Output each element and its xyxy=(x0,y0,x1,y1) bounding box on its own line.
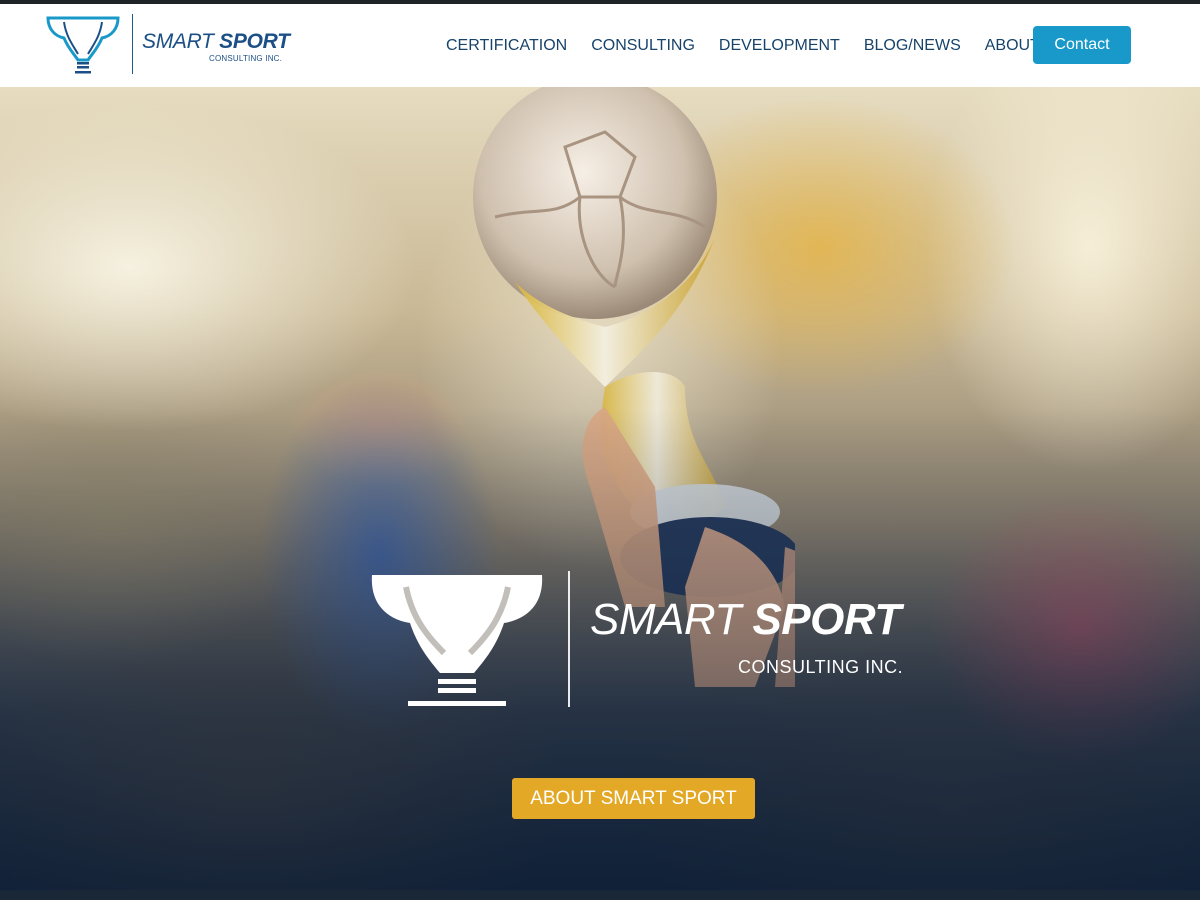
about-smart-sport-button[interactable]: ABOUT SMART SPORT xyxy=(512,778,755,819)
bottom-band xyxy=(0,890,1200,900)
nav-development[interactable]: DEVELOPMENT xyxy=(719,37,840,55)
hero-logo: SMART SPORT CONSULTING INC. xyxy=(366,569,906,709)
nav-blog-news[interactable]: BLOG/NEWS xyxy=(864,37,961,55)
hero-logo-subtitle: CONSULTING INC. xyxy=(738,657,904,677)
logo-wordmark: SMART SPORT xyxy=(142,30,290,53)
site-header: SMART SPORT CONSULTING INC. CERTIFICATIO… xyxy=(0,4,1200,87)
logo-divider xyxy=(132,14,133,74)
nav-about[interactable]: ABOUT xyxy=(985,37,1040,55)
logo-subtitle: CONSULTING INC. xyxy=(209,54,283,63)
hero-banner: SMART SPORT CONSULTING INC. ABOUT SMART … xyxy=(0,87,1200,890)
hero-logo-divider xyxy=(568,571,570,707)
nav-certification[interactable]: CERTIFICATION xyxy=(446,37,567,55)
main-nav: CERTIFICATION CONSULTING DEVELOPMENT BLO… xyxy=(446,34,1064,58)
trophy-lightbulb-icon xyxy=(46,16,120,74)
site-logo[interactable]: SMART SPORT CONSULTING INC. xyxy=(42,14,292,78)
trophy-lightbulb-icon xyxy=(371,575,543,706)
hero-logo-wordmark: SMART SPORT xyxy=(590,595,901,644)
nav-consulting[interactable]: CONSULTING xyxy=(591,37,695,55)
hero-overlay xyxy=(0,87,1200,890)
contact-button[interactable]: Contact xyxy=(1033,26,1131,64)
